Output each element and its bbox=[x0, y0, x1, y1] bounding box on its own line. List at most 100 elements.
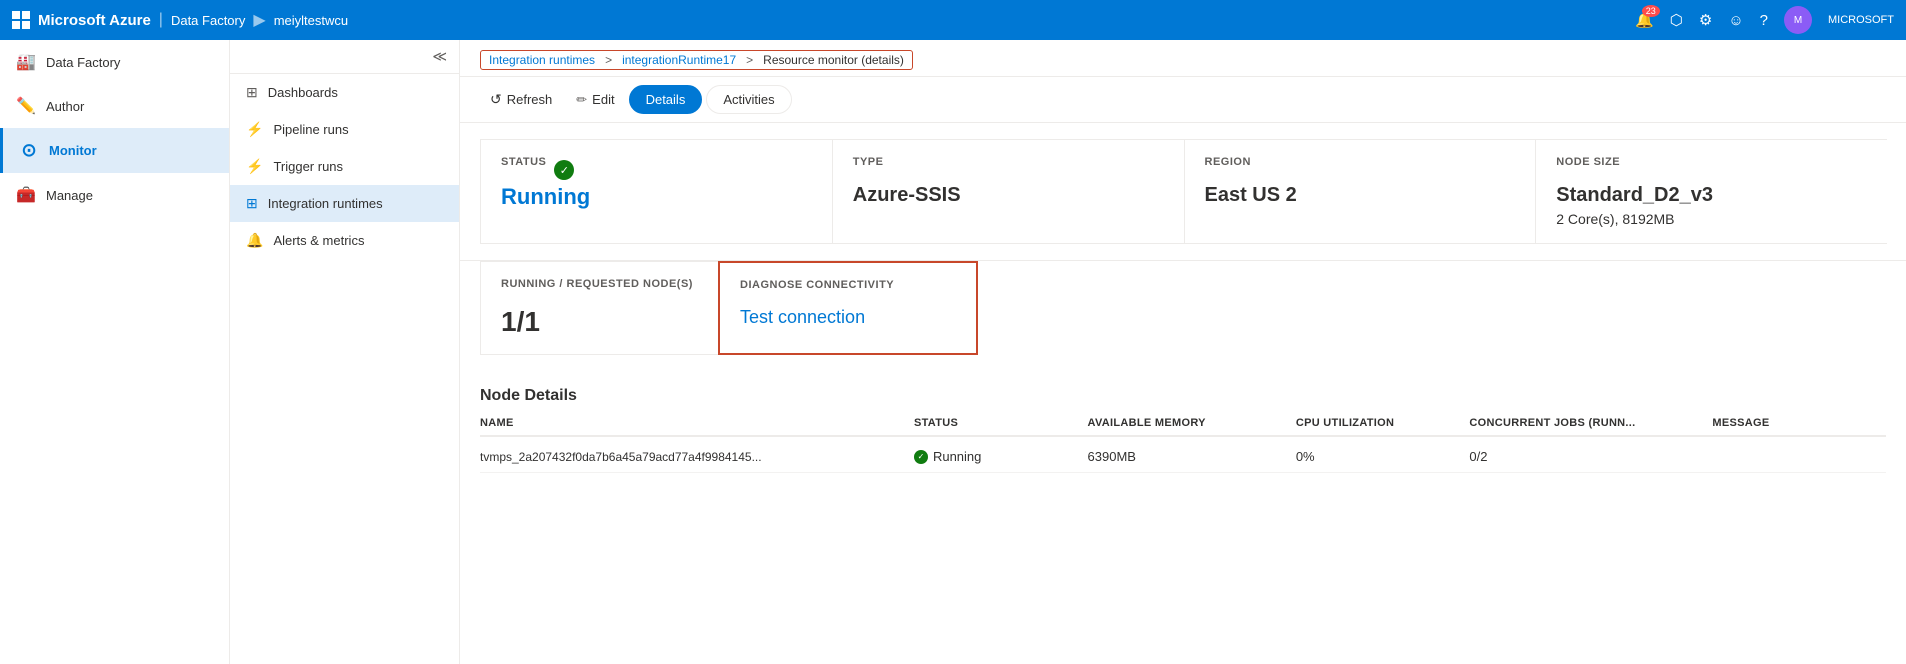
node-details-section: Node Details NAME STATUS AVAILABLE MEMOR… bbox=[460, 371, 1906, 489]
nav-alerts-metrics[interactable]: 🔔 Alerts & metrics bbox=[230, 222, 459, 259]
collapse-icon[interactable]: ≪ bbox=[432, 48, 447, 65]
panel-node-size: NODE SIZE Standard_D2_v3 2 Core(s), 8192… bbox=[1535, 139, 1887, 244]
feedback-icon[interactable]: ☺ bbox=[1728, 12, 1743, 29]
trigger-runs-icon: ⚡ bbox=[246, 158, 263, 175]
topbar-service[interactable]: Data Factory bbox=[171, 13, 245, 28]
table-header: NAME STATUS AVAILABLE MEMORY CPU UTILIZA… bbox=[480, 417, 1886, 437]
status-value: Running bbox=[501, 184, 812, 210]
brand-name: Microsoft Azure bbox=[38, 12, 151, 29]
integration-runtimes-icon: ⊞ bbox=[246, 195, 258, 212]
second-sidebar-header: ≪ bbox=[230, 40, 459, 74]
nav-trigger-runs-label: Trigger runs bbox=[273, 159, 343, 174]
tab-activities-label: Activities bbox=[723, 92, 774, 107]
breadcrumb-link-integration-runtimes[interactable]: Integration runtimes bbox=[489, 53, 595, 67]
cell-node-name: tvmps_2a207432f0da7b6a45a79acd77a4f99841… bbox=[480, 450, 914, 464]
sidebar-label-manage: Manage bbox=[46, 188, 93, 203]
sidebar-item-manage[interactable]: 🧰 Manage bbox=[0, 173, 229, 217]
edit-label: Edit bbox=[592, 92, 614, 107]
brand-logo: Microsoft Azure bbox=[12, 11, 151, 29]
second-sidebar: ≪ ⊞ Dashboards ⚡ Pipeline runs ⚡ Trigger… bbox=[230, 40, 460, 664]
notifications-icon[interactable]: 🔔 23 bbox=[1635, 11, 1654, 29]
dashboards-icon: ⊞ bbox=[246, 84, 258, 101]
nav-dashboards-label: Dashboards bbox=[268, 85, 338, 100]
cell-jobs: 0/2 bbox=[1469, 449, 1712, 464]
topbar: Microsoft Azure | Data Factory ▶ meiylte… bbox=[0, 0, 1906, 40]
topbar-factory[interactable]: meiyltestwcu bbox=[274, 13, 348, 28]
test-connection-link[interactable]: Test connection bbox=[740, 307, 956, 328]
data-factory-icon: 🏭 bbox=[16, 52, 36, 72]
region-label: REGION bbox=[1205, 156, 1516, 168]
type-label: TYPE bbox=[853, 156, 1164, 168]
cell-status: ✓ Running bbox=[914, 449, 1088, 464]
content-area: Integration runtimes > integrationRuntim… bbox=[460, 40, 1906, 664]
col-name: NAME bbox=[480, 417, 914, 429]
refresh-label: Refresh bbox=[507, 92, 553, 107]
row-status-text: Running bbox=[933, 449, 981, 464]
topbar-separator: | bbox=[159, 11, 163, 29]
col-memory: AVAILABLE MEMORY bbox=[1088, 417, 1296, 429]
tab-details-label: Details bbox=[646, 92, 686, 107]
node-size-line2: 2 Core(s), 8192MB bbox=[1556, 211, 1867, 227]
alerts-icon: 🔔 bbox=[246, 232, 263, 249]
user-avatar[interactable]: M bbox=[1784, 6, 1812, 34]
panel-type: TYPE Azure-SSIS bbox=[832, 139, 1185, 244]
panels-row-top: STATUS ✓ Running TYPE Azure-SSIS REGION … bbox=[460, 123, 1906, 261]
type-value: Azure-SSIS bbox=[853, 184, 1164, 207]
tab-details[interactable]: Details bbox=[629, 85, 703, 114]
col-status: STATUS bbox=[914, 417, 1088, 429]
sidebar-item-monitor[interactable]: ⊙ Monitor bbox=[0, 128, 229, 173]
nav-dashboards[interactable]: ⊞ Dashboards bbox=[230, 74, 459, 111]
status-label-row: STATUS ✓ bbox=[501, 156, 812, 184]
notifications-badge: 23 bbox=[1642, 5, 1660, 17]
breadcrumb-link-runtime[interactable]: integrationRuntime17 bbox=[622, 53, 736, 67]
cell-cpu: 0% bbox=[1296, 449, 1470, 464]
panels-row-bottom: RUNNING / REQUESTED NODE(S) 1/1 DIAGNOSE… bbox=[460, 261, 1906, 371]
panel-region: REGION East US 2 bbox=[1184, 139, 1537, 244]
running-nodes-label: RUNNING / REQUESTED NODE(S) bbox=[501, 278, 699, 290]
table-row: tvmps_2a207432f0da7b6a45a79acd77a4f99841… bbox=[480, 441, 1886, 473]
main-layout: 🏭 Data Factory ✏️ Author ⊙ Monitor 🧰 Man… bbox=[0, 40, 1906, 664]
breadcrumb-current: Resource monitor (details) bbox=[763, 53, 904, 67]
region-value: East US 2 bbox=[1205, 184, 1516, 207]
breadcrumb-outline: Integration runtimes > integrationRuntim… bbox=[480, 50, 913, 70]
tab-activities[interactable]: Activities bbox=[706, 85, 791, 114]
monitor-icon: ⊙ bbox=[19, 140, 39, 161]
sidebar-item-data-factory[interactable]: 🏭 Data Factory bbox=[0, 40, 229, 84]
breadcrumb: Integration runtimes > integrationRuntim… bbox=[460, 40, 1906, 77]
col-cpu: CPU UTILIZATION bbox=[1296, 417, 1470, 429]
nav-trigger-runs[interactable]: ⚡ Trigger runs bbox=[230, 148, 459, 185]
nav-integration-runtimes-label: Integration runtimes bbox=[268, 196, 383, 211]
nav-pipeline-runs[interactable]: ⚡ Pipeline runs bbox=[230, 111, 459, 148]
panel-running-nodes: RUNNING / REQUESTED NODE(S) 1/1 bbox=[480, 261, 720, 355]
status-check-icon: ✓ bbox=[554, 160, 574, 180]
breadcrumb-sep2: > bbox=[746, 53, 753, 67]
col-message: MESSAGE bbox=[1712, 417, 1886, 429]
refresh-button[interactable]: ↺ Refresh bbox=[480, 86, 562, 113]
sidebar-nav: 🏭 Data Factory ✏️ Author ⊙ Monitor 🧰 Man… bbox=[0, 40, 229, 217]
diagnose-label: DIAGNOSE CONNECTIVITY bbox=[740, 279, 956, 291]
edit-button[interactable]: ✏ Edit bbox=[566, 87, 624, 113]
panel-diagnose: DIAGNOSE CONNECTIVITY Test connection bbox=[718, 261, 978, 355]
col-jobs: CONCURRENT JOBS (RUNN... bbox=[1469, 417, 1712, 429]
left-sidebar: 🏭 Data Factory ✏️ Author ⊙ Monitor 🧰 Man… bbox=[0, 40, 230, 664]
sidebar-label-author: Author bbox=[46, 99, 84, 114]
row-status-icon: ✓ bbox=[914, 450, 928, 464]
breadcrumb-sep1: > bbox=[605, 53, 612, 67]
node-size-label: NODE SIZE bbox=[1556, 156, 1867, 168]
node-size-line1: Standard_D2_v3 bbox=[1556, 184, 1867, 207]
nav-pipeline-runs-label: Pipeline runs bbox=[273, 122, 348, 137]
cloud-shell-icon[interactable]: ⬡ bbox=[1670, 11, 1683, 29]
settings-icon[interactable]: ⚙ bbox=[1699, 11, 1712, 29]
topbar-arrow: ▶ bbox=[253, 10, 265, 30]
node-details-title: Node Details bbox=[480, 387, 1886, 405]
running-nodes-value: 1/1 bbox=[501, 306, 699, 338]
cell-memory: 6390MB bbox=[1088, 449, 1296, 464]
panel-status: STATUS ✓ Running bbox=[480, 139, 833, 244]
help-icon[interactable]: ? bbox=[1760, 12, 1768, 29]
sidebar-label-data-factory: Data Factory bbox=[46, 55, 120, 70]
manage-icon: 🧰 bbox=[16, 185, 36, 205]
edit-icon: ✏ bbox=[576, 92, 587, 108]
nav-integration-runtimes[interactable]: ⊞ Integration runtimes bbox=[230, 185, 459, 222]
sidebar-item-author[interactable]: ✏️ Author bbox=[0, 84, 229, 128]
toolbar: ↺ Refresh ✏ Edit Details Activities bbox=[460, 77, 1906, 123]
